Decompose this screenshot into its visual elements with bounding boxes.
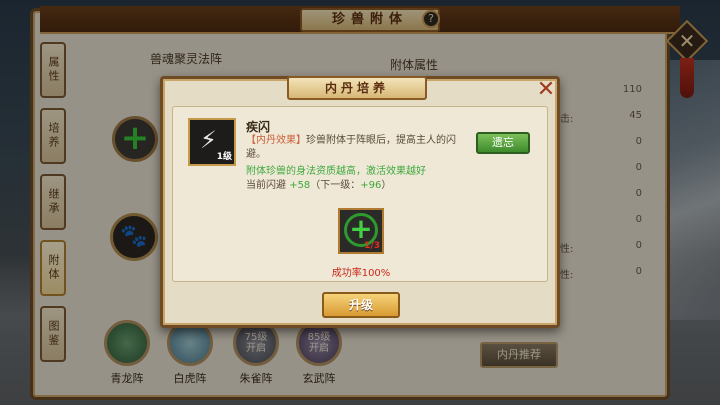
material-slot[interactable]: + 1/3 <box>338 208 384 254</box>
skill-note: 附体珍兽的身法资质越高，激活效果越好 <box>246 166 426 177</box>
skill-stat: 当前闪避 +58（下一级：+96） <box>246 176 391 191</box>
dodge-icon: ⚡ <box>200 126 217 154</box>
material-count: 1/3 <box>364 241 380 251</box>
skill-effect-tag: 【内丹效果】 <box>246 135 306 146</box>
stat-current: +58 <box>289 180 311 191</box>
stat-prefix: 当前闪避 <box>246 180 286 191</box>
dialog-close-icon[interactable]: ✕ <box>536 79 556 101</box>
success-rate: 成功率100% <box>331 268 391 279</box>
dialog-title: 内丹培养 <box>287 76 427 100</box>
forget-button[interactable]: 遗忘 <box>476 132 530 154</box>
skill-name: 疾闪 <box>246 120 271 134</box>
skill-description: 【内丹效果】珍兽附体于阵眼后，提高主人的闪避。 <box>246 134 468 162</box>
stat-next: +96 <box>360 180 382 191</box>
skill-level: 1级 <box>216 152 232 162</box>
stat-next-prefix: （下一级： <box>310 180 361 191</box>
skill-icon[interactable]: ⚡ 1级 <box>188 118 236 166</box>
stat-next-suffix: ） <box>381 180 392 191</box>
upgrade-button[interactable]: 升级 <box>322 292 400 318</box>
